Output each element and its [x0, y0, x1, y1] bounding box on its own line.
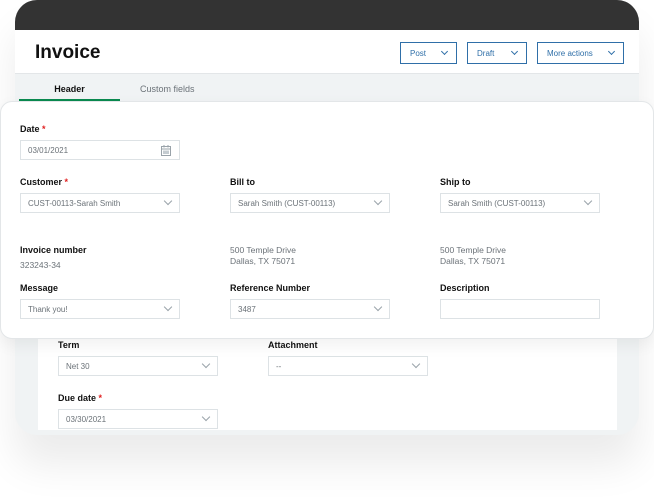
- lower-form-panel: Term Net 30 Attachment -- Due date * 03/…: [38, 330, 617, 430]
- address-line: Dallas, TX 75071: [230, 256, 296, 266]
- due-date-select[interactable]: 03/30/2021: [58, 409, 218, 429]
- chevron-down-icon: [607, 47, 616, 56]
- customer-select[interactable]: CUST-00113-Sarah Smith: [20, 193, 180, 213]
- customer-label: Customer *: [20, 177, 68, 187]
- post-label: Post: [410, 48, 427, 58]
- invoice-number-value: 323243-34: [20, 260, 61, 270]
- date-label-text: Date: [20, 124, 40, 134]
- chevron-down-icon: [163, 196, 173, 206]
- tab-label: Custom fields: [140, 84, 195, 94]
- chevron-down-icon: [411, 359, 421, 369]
- draft-label: Draft: [477, 48, 495, 58]
- due-date-label: Due date *: [58, 393, 102, 403]
- reference-number-select[interactable]: 3487: [230, 299, 390, 319]
- invoice-number-label: Invoice number: [20, 245, 87, 255]
- attachment-select[interactable]: --: [268, 356, 428, 376]
- required-mark: *: [64, 177, 69, 187]
- bill-to-select[interactable]: Sarah Smith (CUST-00113): [230, 193, 390, 213]
- chevron-down-icon: [440, 47, 449, 56]
- chevron-down-icon: [373, 196, 383, 206]
- draft-button[interactable]: Draft: [467, 42, 527, 64]
- reference-number-value: 3487: [238, 304, 256, 314]
- ship-to-address: 500 Temple Drive Dallas, TX 75071: [440, 245, 506, 267]
- due-date-value: 03/30/2021: [66, 414, 107, 424]
- window-top-bar: [15, 0, 639, 30]
- ship-to-label: Ship to: [440, 177, 471, 187]
- page-header: Invoice Post Draft More actions: [15, 30, 639, 74]
- chevron-down-icon: [583, 196, 593, 206]
- bill-to-value: Sarah Smith (CUST-00113): [238, 198, 336, 208]
- required-mark: *: [98, 393, 103, 403]
- tab-custom-fields[interactable]: Custom fields: [140, 84, 195, 94]
- chevron-down-icon: [201, 412, 211, 422]
- message-value: Thank you!: [28, 304, 68, 314]
- description-label: Description: [440, 283, 490, 293]
- page-title: Invoice: [35, 42, 101, 63]
- customer-value: CUST-00113-Sarah Smith: [28, 198, 121, 208]
- chevron-down-icon: [163, 302, 173, 312]
- date-value: 03/01/2021: [28, 145, 69, 155]
- term-value: Net 30: [66, 361, 90, 371]
- message-select[interactable]: Thank you!: [20, 299, 180, 319]
- tab-header[interactable]: Header: [19, 84, 120, 94]
- chevron-down-icon: [373, 302, 383, 312]
- attachment-value: --: [276, 361, 282, 371]
- ship-to-value: Sarah Smith (CUST-00113): [448, 198, 546, 208]
- description-input[interactable]: [440, 299, 600, 319]
- address-line: 500 Temple Drive: [440, 245, 506, 255]
- header-form-card: Date * 03/01/2021 Customer * CUST-00113-…: [0, 101, 654, 339]
- ship-to-select[interactable]: Sarah Smith (CUST-00113): [440, 193, 600, 213]
- more-actions-label: More actions: [547, 48, 593, 58]
- bill-to-address: 500 Temple Drive Dallas, TX 75071: [230, 245, 296, 267]
- date-label: Date *: [20, 124, 46, 134]
- required-mark: *: [42, 124, 46, 134]
- term-select[interactable]: Net 30: [58, 356, 218, 376]
- customer-label-text: Customer: [20, 177, 63, 187]
- bill-to-label: Bill to: [230, 177, 255, 187]
- calendar-icon[interactable]: [161, 144, 171, 156]
- date-input[interactable]: 03/01/2021: [20, 140, 180, 160]
- reference-number-label: Reference Number: [230, 283, 311, 293]
- message-label: Message: [20, 283, 59, 293]
- term-label: Term: [58, 340, 80, 350]
- due-date-label-text: Due date: [58, 393, 97, 403]
- more-actions-button[interactable]: More actions: [537, 42, 624, 64]
- tab-label: Header: [54, 84, 85, 94]
- address-line: 500 Temple Drive: [230, 245, 296, 255]
- chevron-down-icon: [510, 47, 519, 56]
- post-button[interactable]: Post: [400, 42, 457, 64]
- chevron-down-icon: [201, 359, 211, 369]
- address-line: Dallas, TX 75071: [440, 256, 506, 266]
- attachment-label: Attachment: [268, 340, 318, 350]
